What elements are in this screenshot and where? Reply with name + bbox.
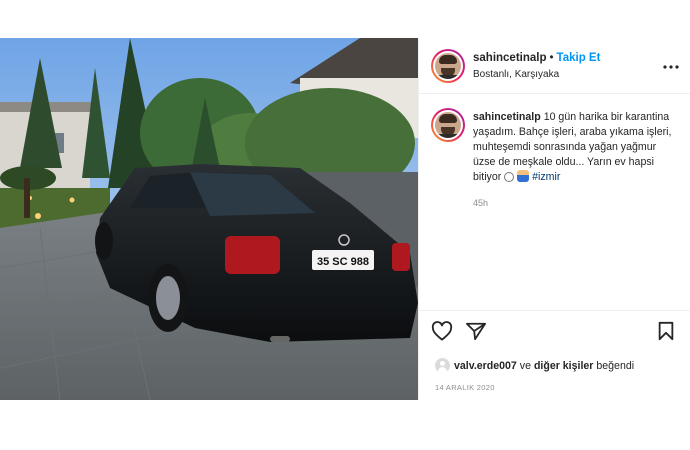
location-link[interactable]: Bostanlı, Karşıyaka xyxy=(473,69,559,80)
liked-by: valv.erde007 ve diğer kişiler beğendi xyxy=(435,358,634,373)
liker-avatar[interactable] xyxy=(435,358,450,373)
car-photo-illustration: 35 SC 988 xyxy=(0,38,418,400)
separator-dot: • xyxy=(549,52,554,64)
instagram-post: 35 SC 988 sahincetinalp • Takip Et Bostanl… xyxy=(0,38,690,400)
likes-suffix: beğendi xyxy=(596,360,635,372)
more-options-icon[interactable] xyxy=(663,56,679,72)
post-sidebar: sahincetinalp • Takip Et Bostanlı, Karşıya… xyxy=(418,38,690,400)
post-photo[interactable]: 35 SC 988 xyxy=(0,38,418,400)
bookmark-icon[interactable] xyxy=(657,321,675,346)
header-username-row: sahincetinalp • Takip Et xyxy=(473,52,600,64)
hashtag-link[interactable]: #izmir xyxy=(532,171,560,183)
caption-text: sahincetinalp 10 gün harika bir karantina… xyxy=(473,110,673,185)
others-link[interactable]: diğer kişiler xyxy=(534,360,593,372)
header-username[interactable]: sahincetinalp xyxy=(473,52,547,64)
caption-username[interactable]: sahincetinalp xyxy=(473,111,541,123)
svg-text:35 SC 988: 35 SC 988 xyxy=(317,256,369,268)
paper-plane-icon[interactable] xyxy=(465,321,487,346)
follow-button[interactable]: Takip Et xyxy=(557,52,601,64)
post-header: sahincetinalp • Takip Et Bostanlı, Karşıya… xyxy=(419,38,690,94)
liker-username[interactable]: valv.erde007 xyxy=(454,360,517,372)
avatar[interactable] xyxy=(431,49,465,83)
action-bar: valv.erde007 ve diğer kişiler beğendi 14… xyxy=(419,310,690,400)
post-date[interactable]: 14 ARALIK 2020 xyxy=(435,383,495,392)
person-emoji-icon xyxy=(517,170,530,182)
likes-connector: ve xyxy=(519,360,531,372)
smile-emoji-icon xyxy=(504,172,515,182)
caption-avatar[interactable] xyxy=(431,108,465,142)
heart-icon[interactable] xyxy=(431,321,453,346)
caption-time-ago: 45h xyxy=(473,198,489,208)
